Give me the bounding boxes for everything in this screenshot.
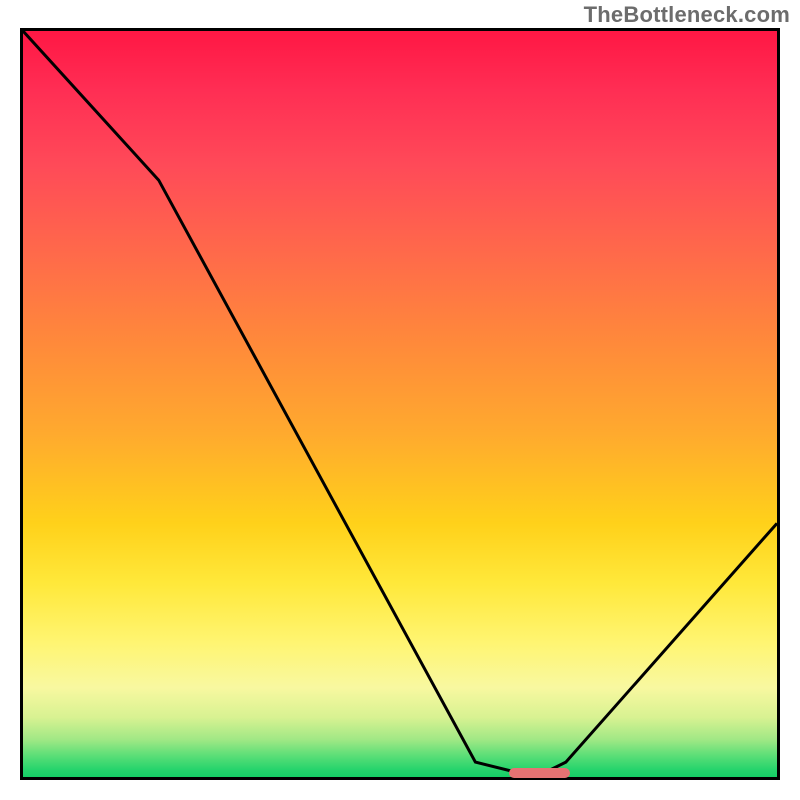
chart-container: TheBottleneck.com (0, 0, 800, 800)
curve-path (23, 31, 777, 777)
plot-frame (20, 28, 780, 780)
bottleneck-curve (23, 31, 777, 777)
watermark-text: TheBottleneck.com (584, 2, 790, 28)
valley-marker (509, 768, 570, 778)
